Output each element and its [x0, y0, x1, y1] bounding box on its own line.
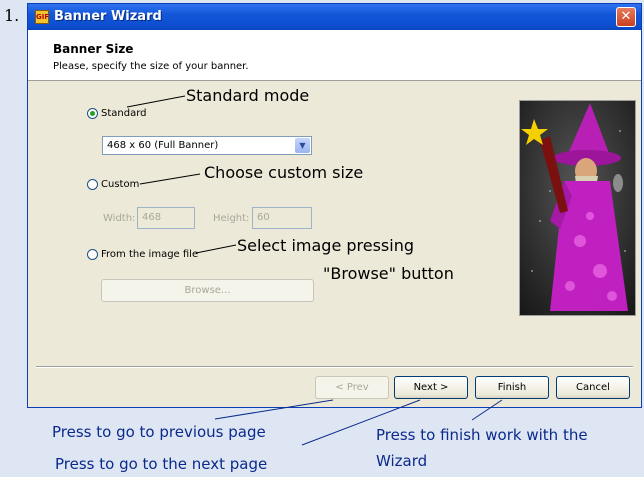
from-file-label: From the image file — [101, 249, 199, 260]
annotation-finish-line2: Wizard — [376, 452, 428, 470]
separator — [36, 366, 633, 368]
custom-option[interactable]: Custom — [87, 179, 139, 190]
title-bar[interactable]: GIF Banner Wizard ✕ — [28, 4, 641, 30]
standard-label: Standard — [101, 108, 147, 119]
annotation-next: Press to go to the next page — [55, 455, 268, 473]
custom-radio[interactable] — [87, 179, 98, 190]
height-label: Height: — [213, 213, 250, 224]
wizard-header: Banner Size Please, specify the size of … — [28, 30, 641, 81]
wizard-icon — [520, 101, 635, 315]
step-number: 1. — [4, 6, 20, 25]
from-file-radio[interactable] — [87, 249, 98, 260]
annotation-file-line2: "Browse" button — [323, 264, 454, 283]
width-label: Width: — [103, 213, 136, 224]
cancel-button[interactable]: Cancel — [556, 376, 630, 399]
annotation-finish-line1: Press to finish work with the — [376, 426, 588, 444]
prev-button[interactable]: < Prev — [315, 376, 389, 399]
standard-option[interactable]: Standard — [87, 108, 147, 119]
custom-label: Custom — [101, 179, 140, 190]
next-button[interactable]: Next > — [394, 376, 468, 399]
width-field[interactable]: 468 — [137, 207, 195, 229]
banner-size-value: 468 x 60 (Full Banner) — [107, 140, 219, 151]
page-title: Banner Size — [53, 42, 134, 56]
banner-wizard-window: GIF Banner Wizard ✕ Banner Size Please, … — [27, 3, 642, 408]
dropdown-arrow-icon[interactable]: ▼ — [295, 138, 310, 153]
page-subtitle: Please, specify the size of your banner. — [53, 61, 249, 72]
window-title: Banner Wizard — [54, 9, 162, 24]
standard-radio[interactable] — [87, 108, 98, 119]
annotation-prev: Press to go to previous page — [52, 423, 266, 441]
browse-button[interactable]: Browse... — [101, 279, 314, 302]
annotation-file-line1: Select image pressing — [237, 236, 415, 255]
from-file-option[interactable]: From the image file — [87, 249, 198, 260]
wizard-illustration — [519, 100, 636, 316]
height-field[interactable]: 60 — [252, 207, 312, 229]
annotation-custom: Choose custom size — [204, 163, 364, 182]
finish-button[interactable]: Finish — [475, 376, 549, 399]
annotation-standard: Standard mode — [186, 86, 310, 105]
app-icon: GIF — [35, 10, 49, 24]
banner-size-select[interactable]: 468 x 60 (Full Banner) ▼ — [102, 136, 312, 155]
close-icon[interactable]: ✕ — [616, 7, 636, 27]
